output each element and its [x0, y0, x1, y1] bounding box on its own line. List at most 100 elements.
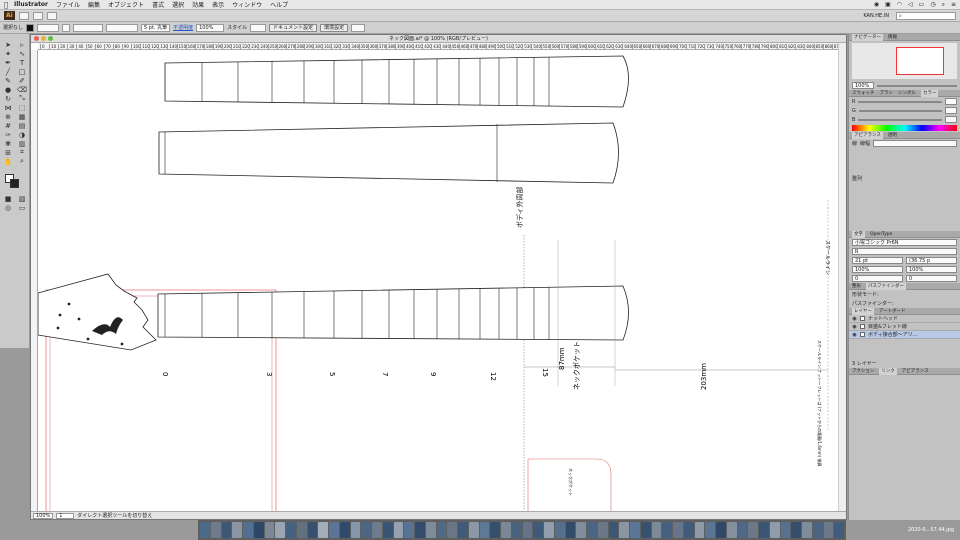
tab-pathfinder[interactable]: パスファインダー — [866, 282, 906, 290]
tab-info[interactable]: 情報 — [888, 34, 897, 40]
dock-app-icon[interactable] — [468, 522, 479, 538]
dock-app-icon[interactable] — [748, 522, 758, 538]
dock-app-icon[interactable] — [425, 522, 436, 538]
shape-builder-icon[interactable]: ⊕ — [1, 112, 15, 121]
layer-name[interactable]: ナットヘッド — [868, 315, 898, 322]
layer-name[interactable]: 目盛&フレット線 — [868, 323, 907, 330]
fill-swatch[interactable] — [26, 23, 35, 32]
free-transform-icon[interactable]: ⬚ — [15, 103, 29, 112]
dock-app-icon[interactable] — [511, 522, 522, 538]
dock-app-icon[interactable] — [361, 522, 371, 538]
dock-app-icon[interactable] — [812, 522, 823, 538]
scale-tool-icon[interactable]: ⤡ — [15, 94, 29, 103]
artboard-canvas[interactable]: ボディ外周部 0 3 5 7 9 12 15 87mm ネックポケット 203m… — [37, 50, 840, 514]
tab-appearance-2[interactable]: アピアランス — [902, 368, 929, 374]
font-style-field[interactable]: R — [852, 248, 957, 255]
menu-type[interactable]: 書式 — [152, 0, 164, 9]
style-dropdown[interactable] — [250, 23, 267, 32]
fill-dropdown[interactable] — [37, 23, 60, 32]
pen-tool-icon[interactable]: ✒ — [1, 58, 15, 67]
stroke-weight-field[interactable] — [73, 23, 104, 32]
leading-field[interactable]: (36.75 p — [906, 257, 957, 264]
dock-app-icon[interactable] — [296, 522, 307, 538]
menu-view[interactable]: 表示 — [212, 0, 224, 9]
fill-stroke-swatches[interactable] — [3, 174, 26, 192]
navigator-view-box[interactable] — [896, 47, 944, 75]
width-tool-icon[interactable]: ⋈ — [1, 103, 15, 112]
r-field[interactable] — [945, 98, 957, 105]
draw-mode-icon[interactable]: ◎ — [1, 203, 15, 212]
opacity-link[interactable]: 不透明度 — [173, 24, 193, 31]
symbol-sprayer-icon[interactable]: ✾ — [1, 139, 15, 148]
dock-app-icon[interactable] — [683, 522, 694, 538]
dock-app-icon[interactable] — [587, 522, 597, 538]
baseline-field[interactable]: 0 — [906, 275, 957, 282]
dock-app-icon[interactable] — [404, 522, 414, 538]
direct-selection-tool-icon[interactable]: ▹ — [15, 40, 29, 49]
blob-brush-icon[interactable]: ● — [1, 85, 15, 94]
tab-transparency[interactable]: 透明 — [888, 132, 897, 138]
apple-icon[interactable]:  — [4, 1, 14, 9]
eye-icon[interactable]: ◉ — [852, 316, 857, 322]
tab-character[interactable]: 文字 — [852, 230, 865, 238]
tab-actions[interactable]: アクション — [852, 368, 874, 374]
dock-app-icon[interactable] — [834, 522, 844, 538]
dock-app-icon[interactable] — [232, 522, 242, 538]
selection-tool-icon[interactable]: ➤ — [1, 40, 15, 49]
dock-app-icon[interactable] — [264, 522, 275, 538]
vertical-ruler[interactable] — [31, 50, 38, 513]
b-slider[interactable] — [858, 118, 942, 121]
tab-brushes[interactable]: ブラシ — [880, 90, 893, 96]
tab-navigator[interactable]: ナビゲーター — [852, 33, 883, 41]
dock-app-icon[interactable] — [329, 522, 339, 538]
rectangle-tool-icon[interactable]: □ — [15, 67, 29, 76]
document-setup-button[interactable]: ドキュメント設定 — [269, 23, 318, 32]
arrange-button[interactable] — [32, 11, 43, 20]
dock-app-icon[interactable] — [759, 522, 769, 538]
eraser-icon[interactable]: ⌫ — [15, 85, 29, 94]
gradient-tool-icon[interactable]: ▤ — [15, 121, 29, 130]
dock-app-icon[interactable] — [318, 522, 328, 538]
pencil-tool-icon[interactable]: ✐ — [15, 76, 29, 85]
dock-app-icon[interactable] — [823, 522, 834, 538]
brush-tool-icon[interactable]: ✎ — [1, 76, 15, 85]
tab-color[interactable]: カラー — [920, 89, 939, 97]
wifi-icon[interactable]: ◠ — [897, 1, 902, 8]
dock-app-icon[interactable] — [522, 522, 533, 538]
dock-app-icon[interactable] — [597, 522, 608, 538]
mesh-tool-icon[interactable]: # — [1, 121, 15, 130]
neck-outline-back[interactable] — [158, 122, 619, 184]
dock-app-icon[interactable] — [307, 522, 318, 538]
clock-icon[interactable]: ◷ — [930, 1, 935, 8]
color-spectrum[interactable] — [852, 125, 957, 131]
layer-row[interactable]: ◉ ナットヘッド — [849, 315, 960, 323]
hand-tool-icon[interactable]: ✋ — [1, 157, 15, 166]
menu-window[interactable]: ウィンドウ — [232, 0, 262, 9]
navigator-preview[interactable] — [852, 43, 957, 79]
dock-app-icon[interactable] — [243, 522, 253, 538]
menu-edit[interactable]: 編集 — [88, 0, 100, 9]
dock-app-icon[interactable] — [286, 522, 296, 538]
dock-app-icon[interactable] — [694, 522, 705, 538]
arrange-dropdown[interactable] — [351, 23, 366, 32]
layer-row[interactable]: ◉ 目盛&フレット線 — [849, 323, 960, 331]
brush-field[interactable]: 5 pt. 丸筆 — [141, 23, 171, 32]
dock-app-icon[interactable] — [501, 522, 511, 538]
search-icon[interactable]: ⌕ — [942, 1, 945, 9]
blend-tool-icon[interactable]: ◑ — [15, 130, 29, 139]
gradient-mode-icon[interactable]: ▧ — [15, 194, 29, 203]
menu-app[interactable]: Illustrator — [14, 1, 48, 8]
neck-outline-top[interactable] — [164, 55, 629, 108]
magic-wand-icon[interactable]: ✦ — [1, 49, 15, 58]
stroke-weight-input[interactable] — [873, 140, 957, 147]
dock-app-icon[interactable] — [490, 522, 500, 538]
artboard-number-field[interactable]: 1 — [56, 512, 75, 519]
kerning-field[interactable]: 0 — [852, 275, 903, 282]
dock-app-icon[interactable] — [716, 522, 726, 538]
dock-app-icon[interactable] — [447, 522, 457, 538]
tracking-field[interactable]: 100% — [852, 266, 903, 273]
dock-app-icon[interactable] — [791, 522, 801, 538]
tab-shape[interactable]: 整形 — [852, 283, 861, 289]
rotate-tool-icon[interactable]: ↻ — [1, 94, 15, 103]
dock-app-icon[interactable] — [253, 522, 264, 538]
